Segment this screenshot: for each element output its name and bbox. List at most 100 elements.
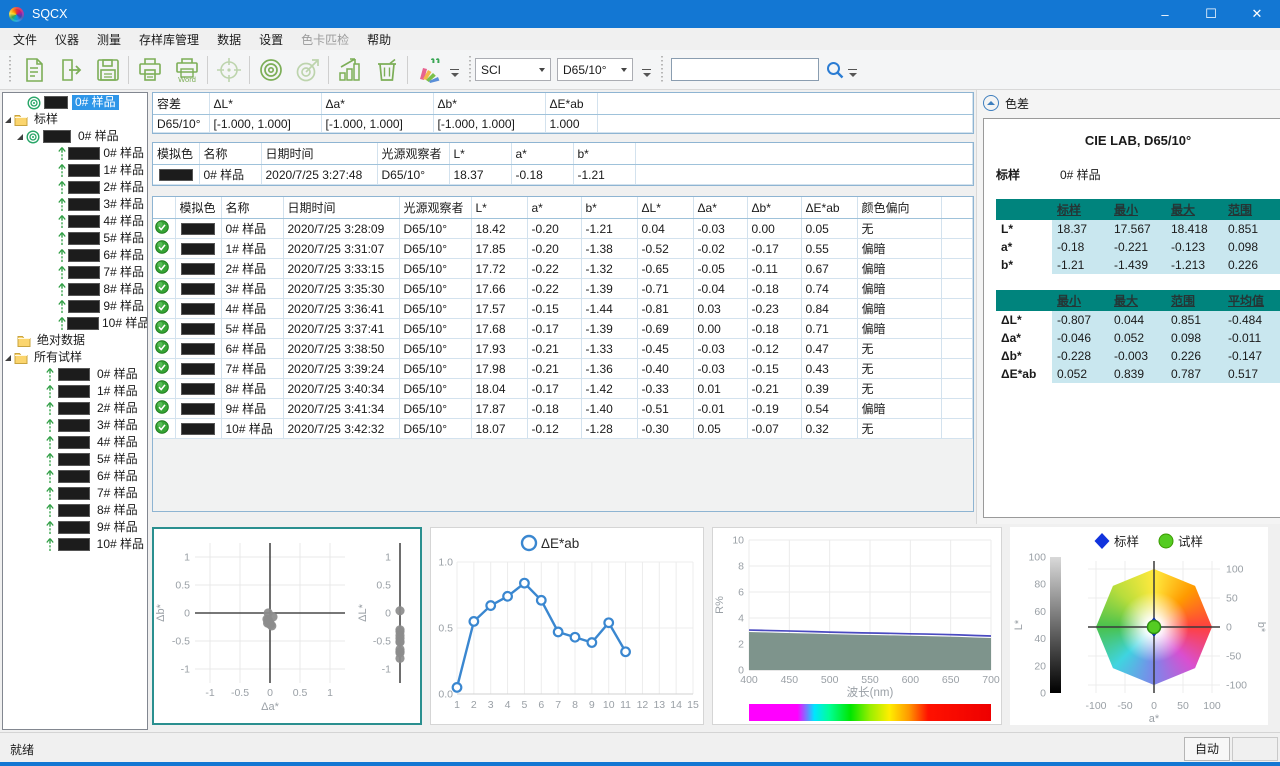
column-header[interactable]: a* [527,197,581,219]
standard-row[interactable]: 0# 样品2020/7/25 3:27:48D65/10°18.37-0.18-… [153,165,973,185]
menu-item-measure[interactable]: 测量 [88,29,130,50]
column-header[interactable]: L* [449,143,511,165]
results-row[interactable]: 10# 样品2020/7/25 3:42:32D65/10°18.07-0.12… [153,419,973,439]
column-header[interactable]: 名称 [221,197,283,219]
column-header[interactable]: Δa* [693,197,747,219]
column-header[interactable]: 颜色偏向 [857,197,941,219]
measure-sample-button[interactable] [289,52,326,88]
tree-item-sample[interactable]: 10# 样品 [3,536,147,553]
illuminant-observer-select[interactable]: D65/10° [557,58,633,81]
menu-item-sample-library[interactable]: 存样库管理 [130,29,208,50]
menu-item-file[interactable]: 文件 [4,29,46,50]
column-header[interactable] [153,197,175,219]
results-row[interactable]: 8# 样品2020/7/25 3:40:34D65/10°18.04-0.17-… [153,379,973,399]
results-row[interactable]: 5# 样品2020/7/25 3:37:41D65/10°17.68-0.17-… [153,319,973,339]
tree-item-sample[interactable]: 9# 样品 [3,298,147,315]
tree-item-sample[interactable]: 6# 样品 [3,468,147,485]
column-header[interactable]: 光源观察者 [377,143,449,165]
auto-mode-button[interactable]: 自动 [1184,737,1230,761]
column-header[interactable]: ΔE*ab [801,197,857,219]
tree-item-sample[interactable]: 3# 样品 [3,196,147,213]
tree-item-sample[interactable]: 2# 样品 [3,179,147,196]
tree-item-sample[interactable]: 2# 样品 [3,400,147,417]
tree-item-folder[interactable]: 所有试样 [3,349,147,366]
tree-item-folder[interactable]: 标样 [3,111,147,128]
new-document-button[interactable] [15,52,52,88]
toolbar-overflow-icon[interactable] [449,69,460,80]
maximize-button[interactable]: ☐ [1188,0,1234,28]
column-header[interactable]: 模拟色 [175,197,221,219]
column-header[interactable]: 容差 [153,93,209,115]
measurement-mode-select[interactable]: SCI [475,58,551,81]
toolbar-grip[interactable] [7,56,12,84]
menu-item-help[interactable]: 帮助 [358,29,400,50]
statistics-button[interactable] [331,52,368,88]
toolbar-overflow-icon[interactable] [847,69,858,80]
results-row[interactable]: 4# 样品2020/7/25 3:36:41D65/10°17.57-0.15-… [153,299,973,319]
measure-standard-button[interactable] [252,52,289,88]
results-row[interactable]: 3# 样品2020/7/25 3:35:30D65/10°17.66-0.22-… [153,279,973,299]
print-button[interactable] [131,52,168,88]
results-row[interactable]: 9# 样品2020/7/25 3:41:34D65/10°17.87-0.18-… [153,399,973,419]
tolerance-row[interactable]: D65/10°[-1.000, 1.000][-1.000, 1.000][-1… [153,115,973,133]
tree-item-sample[interactable]: 7# 样品 [3,485,147,502]
tree-item-standard[interactable]: 0# 样品 [3,128,147,145]
tree-item-sample[interactable]: 4# 样品 [3,213,147,230]
tree-expander-icon[interactable] [5,117,11,123]
color-match-button[interactable] [410,52,447,88]
toolbar-grip[interactable] [659,56,664,84]
toolbar-overflow-icon[interactable] [641,69,652,80]
menu-item-instrument[interactable]: 仪器 [46,29,88,50]
column-header[interactable]: 日期时间 [261,143,377,165]
tree-item-sample[interactable]: 0# 样品 [3,145,147,162]
tree-item-sample[interactable]: 0# 样品 [3,366,147,383]
column-header[interactable]: L* [471,197,527,219]
minimize-button[interactable]: – [1142,0,1188,28]
search-icon[interactable] [825,60,845,80]
results-row[interactable]: 2# 样品2020/7/25 3:33:15D65/10°17.72-0.22-… [153,259,973,279]
toolbar-grip[interactable] [467,56,472,84]
column-header[interactable]: ΔL* [637,197,693,219]
tree-item-sample[interactable]: 5# 样品 [3,230,147,247]
search-input[interactable] [671,58,819,81]
tree-item-sample[interactable]: 1# 样品 [3,162,147,179]
column-header[interactable]: 模拟色 [153,143,199,165]
column-header[interactable]: ΔL* [209,93,321,115]
results-row[interactable]: 0# 样品2020/7/25 3:28:09D65/10°18.42-0.20-… [153,219,973,239]
menu-item-settings[interactable]: 设置 [250,29,292,50]
column-header[interactable]: b* [581,197,637,219]
column-header[interactable]: Δb* [747,197,801,219]
tree-item-sample[interactable]: 7# 样品 [3,264,147,281]
tree-item-sample[interactable]: 1# 样品 [3,383,147,400]
tree-item-folder[interactable]: 绝对数据 [3,332,147,349]
tree-item-sample[interactable]: 8# 样品 [3,502,147,519]
column-header[interactable]: 名称 [199,143,261,165]
column-header[interactable]: Δb* [433,93,545,115]
tree-expander-icon[interactable] [5,355,11,361]
collapse-panel-icon[interactable] [983,95,999,111]
tree-item-sample[interactable]: 4# 样品 [3,434,147,451]
tree-item-sample[interactable]: 6# 样品 [3,247,147,264]
close-button[interactable]: ✕ [1234,0,1280,28]
tree-item-sample[interactable]: 10# 样品 [3,315,147,332]
tree-item-sample[interactable]: 8# 样品 [3,281,147,298]
menu-item-color-card-match[interactable]: 色卡匹检 [292,29,358,50]
results-row[interactable]: 7# 样品2020/7/25 3:39:24D65/10°17.98-0.21-… [153,359,973,379]
column-header[interactable]: 日期时间 [283,197,399,219]
calibrate-button[interactable] [210,52,247,88]
export-button[interactable] [52,52,89,88]
column-header[interactable]: Δa* [321,93,433,115]
results-row[interactable]: 1# 样品2020/7/25 3:31:07D65/10°17.85-0.20-… [153,239,973,259]
export-word-button[interactable]: Word [168,52,205,88]
column-header[interactable]: b* [573,143,635,165]
tree-item-sample[interactable]: 3# 样品 [3,417,147,434]
column-header[interactable]: a* [511,143,573,165]
results-row[interactable]: 6# 样品2020/7/25 3:38:50D65/10°17.93-0.21-… [153,339,973,359]
tree-item-selected-root[interactable]: 0# 样品 [3,94,147,111]
save-button[interactable] [89,52,126,88]
tree-item-sample[interactable]: 9# 样品 [3,519,147,536]
menu-item-data[interactable]: 数据 [208,29,250,50]
tree-item-sample[interactable]: 5# 样品 [3,451,147,468]
column-header[interactable]: ΔE*ab [545,93,597,115]
tree-expander-icon[interactable] [17,134,23,140]
